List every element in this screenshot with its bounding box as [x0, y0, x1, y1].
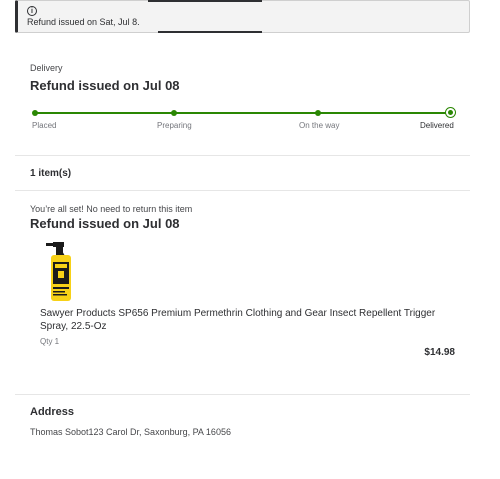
product-qty: Qty 1: [40, 337, 60, 346]
progress-track: [35, 112, 450, 114]
divider: [15, 190, 470, 191]
step-dot-delivered: [445, 107, 456, 118]
product-price: $14.98: [424, 347, 455, 358]
item-status-title: Refund issued on Jul 08: [30, 216, 180, 231]
step-dot-placed: [32, 110, 38, 116]
alert-top-bar: [148, 0, 262, 2]
product-image[interactable]: [44, 240, 78, 302]
refund-alert: i Refund issued on Sat, Jul 8.: [15, 0, 470, 33]
spray-bottle-image: [46, 242, 71, 301]
alert-bottom-bar: [158, 31, 262, 33]
address-text: Thomas Sobot123 Carol Dr, Saxonburg, PA …: [30, 427, 231, 437]
divider: [15, 394, 470, 395]
return-note: You’re all set! No need to return this i…: [30, 204, 193, 214]
step-label-placed: Placed: [32, 121, 57, 130]
product-name[interactable]: Sawyer Products SP656 Premium Permethrin…: [40, 307, 460, 333]
delivery-status-title: Refund issued on Jul 08: [30, 78, 180, 93]
address-title: Address: [30, 406, 75, 418]
alert-text: Refund issued on Sat, Jul 8.: [27, 17, 140, 27]
divider: [15, 155, 470, 156]
info-icon: i: [27, 6, 37, 16]
step-dot-on-the-way: [315, 110, 321, 116]
delivery-label: Delivery: [30, 63, 63, 73]
items-count: 1 item(s): [30, 168, 72, 179]
step-label-delivered: Delivered: [420, 121, 454, 130]
step-label-preparing: Preparing: [157, 121, 192, 130]
step-label-on-the-way: On the way: [299, 121, 340, 130]
step-dot-preparing: [171, 110, 177, 116]
